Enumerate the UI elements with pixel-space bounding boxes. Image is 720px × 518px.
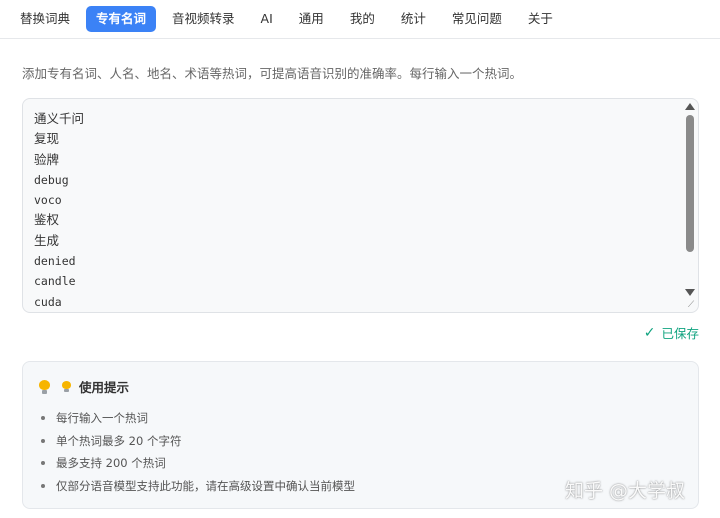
tab-about[interactable]: 关于 [518,6,563,32]
hotword-line: candle [34,274,76,289]
scroll-thumb[interactable] [686,115,694,252]
page-description: 添加专有名词、人名、地名、术语等热词，可提高语音识别的准确率。每行输入一个热词。 [22,66,523,81]
save-status-label: 已保存 [661,326,699,341]
tip-text: 最多支持 200 个热词 [56,456,166,470]
tab-ai[interactable]: AI [251,6,283,32]
tab-faq[interactable]: 常见问题 [442,6,512,32]
resize-handle-icon[interactable]: ⟋ [686,300,696,310]
tips-title: 使用提示 [79,380,130,395]
tips-list: 每行输入一个热词 单个热词最多 20 个字符 最多支持 200 个热词 仅部分语… [41,407,355,497]
watermark: 知乎 @大学叔 [565,480,686,502]
bullet-icon [41,461,45,466]
hotword-line: 通义千问 [34,111,85,126]
tab-statistics[interactable]: 统计 [391,6,436,32]
lightbulb-icon [62,380,71,393]
hotword-line: cuda [34,294,62,309]
hotword-line: 复现 [34,131,60,147]
tab-mine[interactable]: 我的 [340,6,385,32]
tab-proper-nouns[interactable]: 专有名词 [86,6,157,32]
hotwords-lines: 通义千问 复现 验牌 debug voco 鉴权 生成 denied candl… [34,109,84,312]
hotword-line: denied [34,254,76,269]
hotwords-textarea[interactable]: 通义千问 复现 验牌 debug voco 鉴权 生成 denied candl… [22,98,699,313]
check-icon: ✓ [643,324,656,341]
hotword-line: debug [34,172,69,187]
hotword-line: 生成 [34,232,60,248]
tip-item: 每行输入一个热词 [41,407,355,430]
textarea-scrollbar[interactable] [682,99,698,312]
settings-tab-bar: 替换词典 专有名词 音视频转录 AI 通用 我的 统计 常见问题 关于 [0,0,720,39]
bullet-icon [41,438,45,443]
bullet-icon [41,416,45,421]
tips-header: 使用提示 [39,377,129,396]
tip-text: 每行输入一个热词 [56,411,148,425]
hotword-line: 鉴权 [34,212,60,228]
scroll-down-arrow-icon[interactable] [685,289,695,296]
tip-text: 仅部分语音模型支持此功能，请在高级设置中确认当前模型 [56,478,355,493]
tab-replace-dictionary[interactable]: 替换词典 [10,6,80,32]
hotword-line: 验牌 [34,151,60,167]
bullet-icon [41,483,45,488]
tip-item: 仅部分语音模型支持此功能，请在高级设置中确认当前模型 [41,475,355,498]
tab-general[interactable]: 通用 [289,6,334,32]
tip-item: 单个热词最多 20 个字符 [41,430,355,453]
hotword-line: voco [34,193,62,208]
tab-av-transcription[interactable]: 音视频转录 [162,6,245,32]
lightbulb-icon [39,379,50,394]
scroll-up-arrow-icon[interactable] [685,103,695,110]
tip-text: 单个热词最多 20 个字符 [56,433,182,448]
tip-item: 最多支持 200 个热词 [41,452,355,475]
save-status: ✓ 已保存 [644,323,699,342]
